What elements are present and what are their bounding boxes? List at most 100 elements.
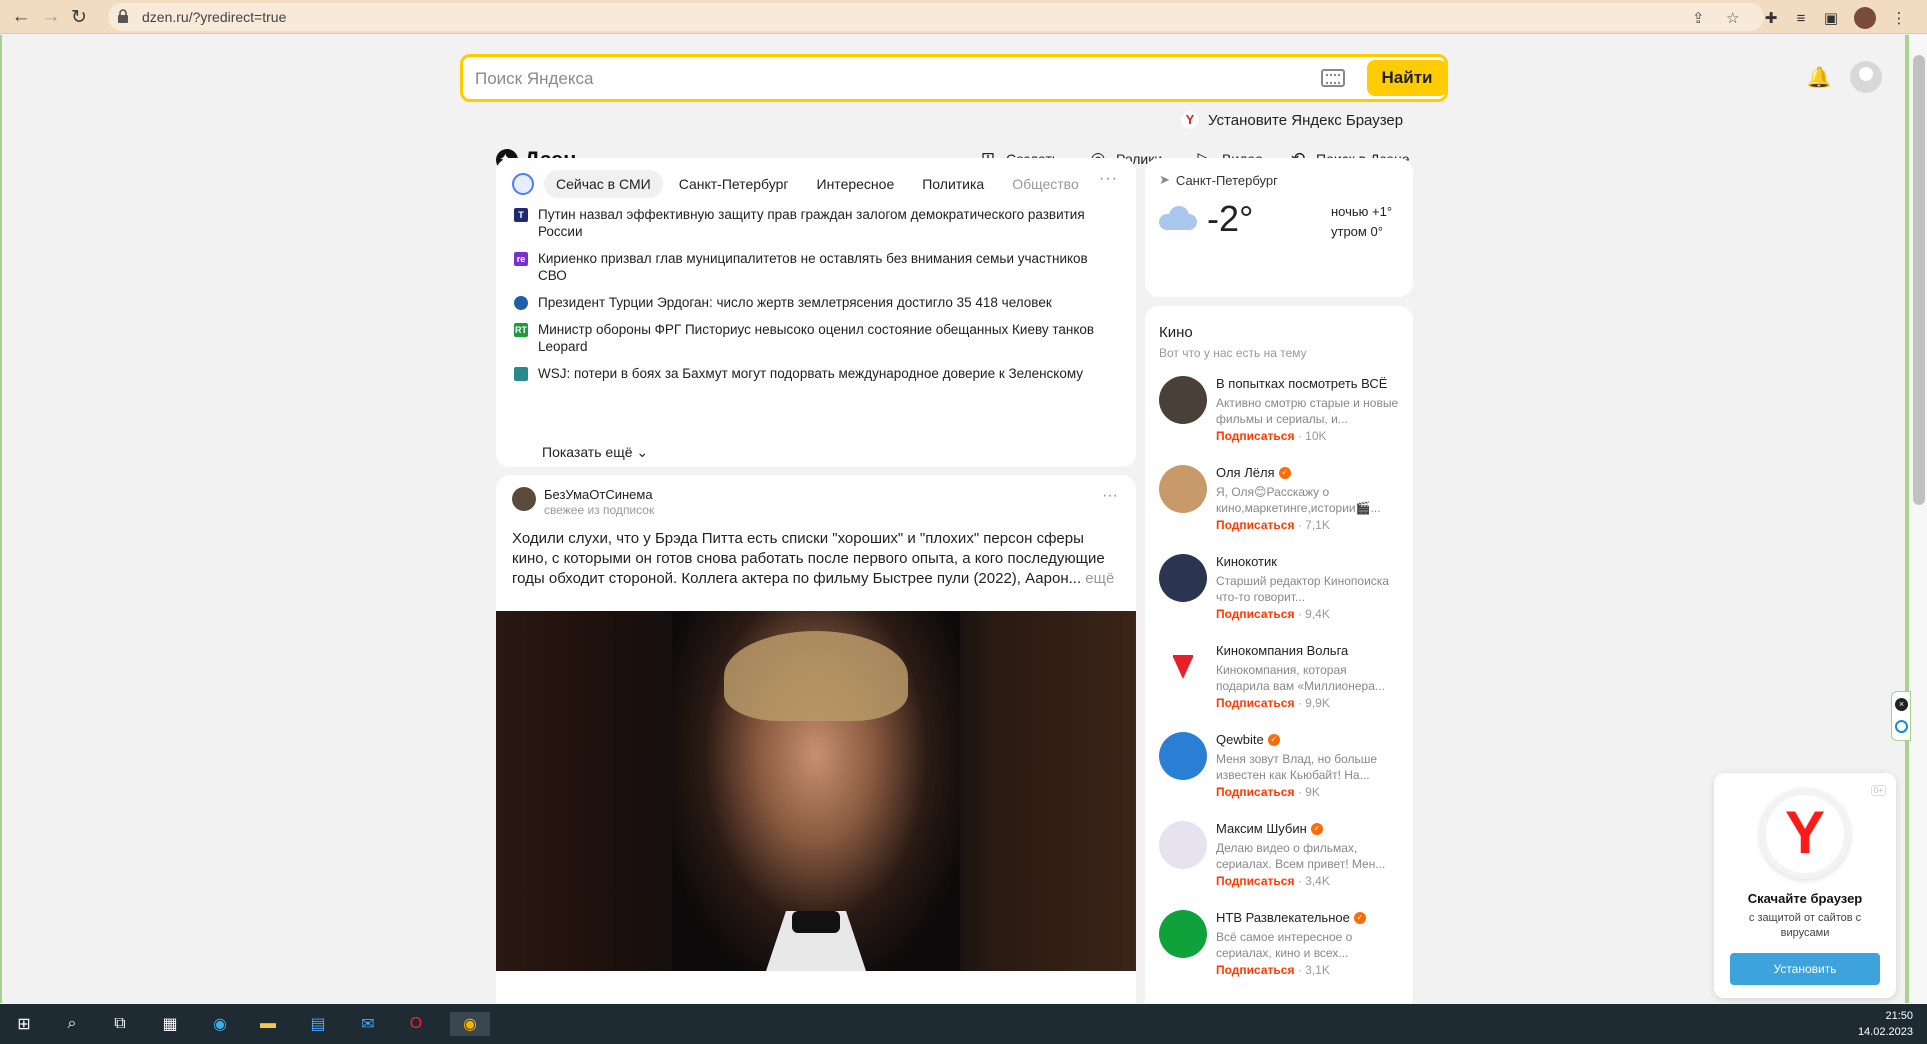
show-more-button[interactable]: Показать ещё ⌄ [542,444,648,461]
system-clock[interactable]: 21:50 14.02.2023 [1858,1008,1913,1040]
channel-avatar [1159,910,1207,958]
subscribe-button[interactable]: Подписаться [1216,429,1294,443]
weather-card[interactable]: ➤ Санкт-Петербург -2° ночью +1° утром 0° [1145,158,1413,297]
tab-interesting[interactable]: Интересное [805,170,907,198]
address-bar[interactable]: dzen.ru/?yredirect=true ⇪ ☆ [108,3,1764,31]
subscriber-count: · 9,4K [1297,607,1330,621]
post-text[interactable]: Ходили слухи, что у Брэда Питта есть спи… [512,529,1122,589]
bell-icon[interactable]: 🔔 [1806,65,1832,91]
search-input[interactable] [475,65,1295,93]
channel-item[interactable]: Кинокотик Старший редактор Кинопоиска чт… [1159,554,1399,638]
install-browser-link[interactable]: Y Установите Яндекс Браузер [1180,110,1403,130]
subscribe-button[interactable]: Подписаться [1216,785,1294,799]
page-scrollbar[interactable] [1907,35,1927,1003]
post-more-options-icon[interactable]: ··· [1102,487,1118,505]
windows-start-icon[interactable]: ⊞ [12,1012,36,1036]
install-button[interactable]: Установить [1730,953,1880,985]
chrome-icon[interactable]: ◉ [450,1012,490,1036]
news-item[interactable]: re Кириенко призвал глав муниципалитетов… [514,250,1114,284]
news-logo-icon [512,173,534,195]
news-item[interactable]: Президент Турции Эрдоган: число жертв зе… [514,294,1114,311]
subscribe-button[interactable]: Подписаться [1216,607,1294,621]
scrollbar-thumb[interactable] [1913,55,1925,505]
post-read-more[interactable]: ещё [1085,570,1114,587]
channel-avatar [1159,821,1207,869]
reload-icon[interactable]: ↻ [66,4,92,30]
extensions-icon[interactable]: ✚ [1760,7,1782,29]
tab-society[interactable]: Общество [1000,170,1091,198]
share-icon[interactable]: ⇪ [1692,9,1705,27]
subscriber-count: · 10K [1297,429,1327,443]
store-icon[interactable]: ▤ [306,1012,330,1036]
close-icon[interactable]: × [1895,698,1908,711]
channel-name: НТВ Развлекательное ✓ [1216,910,1366,925]
channel-subscribe: Подписаться · 9,9K [1216,696,1330,710]
back-icon[interactable]: ← [8,4,34,30]
post-author-avatar[interactable] [512,487,536,511]
subscribe-button[interactable]: Подписаться [1216,963,1294,977]
channel-item[interactable]: Qewbite ✓ Меня зовут Влад, но больше изве… [1159,732,1399,816]
news-card: Сейчас в СМИ Санкт-Петербург Интересное … [496,158,1136,467]
tab-now-in-media[interactable]: Сейчас в СМИ [544,170,663,198]
channel-subscribe: Подписаться · 9K [1216,785,1320,799]
news-headline: Кириенко призвал глав муниципалитетов не… [538,251,1088,283]
weather-city: Санкт-Петербург [1175,172,1278,188]
more-options-icon[interactable]: ··· [1099,170,1118,188]
channel-item[interactable]: Максим Шубин ✓ Делаю видео о фильмах, сер… [1159,821,1399,905]
channel-item[interactable]: Кинокомпания Вольга Кинокомпания, котора… [1159,643,1399,727]
channel-item[interactable]: НТВ Развлекательное ✓ Всё самое интересно… [1159,910,1399,994]
tab-saint-petersburg[interactable]: Санкт-Петербург [667,170,801,198]
news-source-icon: re [514,252,528,266]
news-item[interactable]: WSJ: потери в боях за Бахмут могут подор… [514,365,1114,382]
post-subtitle: свежее из подписок [544,503,655,517]
chevron-down-icon: ⌄ [636,444,649,460]
side-widget[interactable]: × [1891,691,1911,741]
channel-name-text: Кинокомпания Вольга [1216,643,1349,658]
search-icon[interactable]: ⌕ [60,1012,84,1036]
channel-avatar [1159,554,1207,602]
side-panel-icon[interactable]: ▣ [1820,7,1842,29]
show-more-label: Показать ещё [542,444,633,460]
bookmark-star-icon[interactable]: ☆ [1726,9,1739,27]
mail-icon[interactable]: ✉ [356,1012,380,1036]
photo-hair [724,631,908,721]
weather-location: ➤ Санкт-Петербург [1159,172,1278,188]
news-item[interactable]: T Путин назвал эффективную защиту прав г… [514,206,1114,240]
news-list: T Путин назвал эффективную защиту прав г… [514,206,1114,392]
subscribe-button[interactable]: Подписаться [1216,696,1294,710]
reading-list-icon[interactable]: ≡ [1790,7,1812,29]
channel-desc: Активно смотрю старые и новые фильмы и с… [1216,396,1399,426]
post-author[interactable]: БезУмаОтСинема [544,487,653,502]
news-headline: Министр обороны ФРГ Писториус невысоко о… [538,322,1095,354]
post-image[interactable] [496,611,1136,971]
subscriber-count: · 9K [1297,785,1320,799]
channel-desc: Старший редактор Кинопоиска что-то говор… [1216,574,1389,604]
channel-avatar [1159,376,1207,424]
profile-avatar[interactable] [1854,7,1876,29]
search-button[interactable]: Найти [1367,60,1447,96]
subscribe-button[interactable]: Подписаться [1216,874,1294,888]
subscribe-button[interactable]: Подписаться [1216,518,1294,532]
keyboard-icon[interactable] [1321,69,1345,87]
opera-icon[interactable]: O [404,1012,428,1036]
weather-forecast: ночью +1° утром 0° [1331,202,1392,242]
file-explorer-icon[interactable]: ▬ [256,1012,280,1036]
channel-item[interactable]: Оля Лёля ✓ Я, Оля😊Расскажу о кино,маркети… [1159,465,1399,549]
subscriber-count: · 9,9K [1297,696,1330,710]
channel-item[interactable]: В попытках посмотреть ВСЁ Активно смотрю… [1159,376,1399,460]
channel-name: Кинокомпания Вольга [1216,643,1348,658]
edge-icon[interactable]: ◉ [208,1012,232,1036]
channel-avatar [1159,643,1207,691]
news-item[interactable]: RT Министр обороны ФРГ Писториус невысок… [514,321,1114,355]
user-avatar[interactable] [1850,61,1882,93]
task-view-icon[interactable]: ⧉ [108,1012,132,1036]
yandex-logo-icon: Y [1180,110,1200,130]
widget-icon[interactable] [1895,720,1908,733]
channel-name-text: Максим Шубин [1216,821,1307,836]
menu-icon[interactable]: ⋮ [1888,7,1910,29]
verified-icon: ✓ [1278,466,1291,479]
forward-icon[interactable]: → [38,4,64,30]
calculator-icon[interactable]: ▦ [158,1012,182,1036]
channel-name: В попытках посмотреть ВСЁ [1216,376,1387,391]
tab-politics[interactable]: Политика [910,170,996,198]
